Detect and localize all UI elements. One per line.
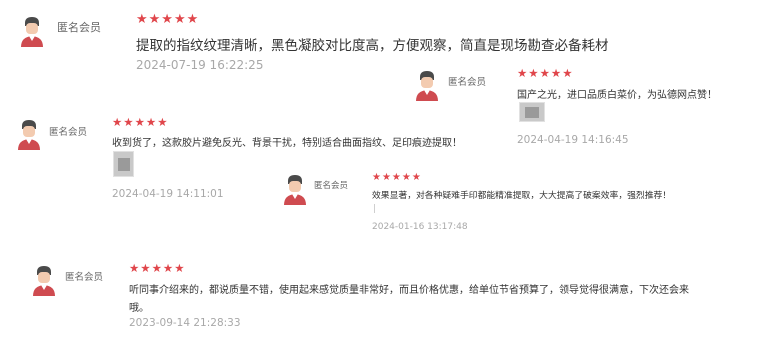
username: 匿名会员 xyxy=(57,21,101,34)
review-text: 提取的指纹纹理清晰，黑色凝胶对比度高，方便观察，简直是现场勘查必备耗材 xyxy=(136,38,609,54)
rating-stars: ★★★★★ xyxy=(517,66,574,80)
user-avatar xyxy=(283,173,307,205)
user-avatar-icon xyxy=(416,71,438,101)
review-text: 听同事介绍来的，都说质量不错，使用起来感觉质量非常好，而且价格优惠，给单位节省预… xyxy=(129,285,689,296)
review-date: 2024-01-16 13:17:48 xyxy=(372,222,468,232)
rating-stars: ★★★★★ xyxy=(112,115,169,129)
divider xyxy=(374,204,375,213)
rating-stars: ★★★★★ xyxy=(136,12,200,27)
review-text: 国产之光，进口品质白菜价，为弘德网点赞！ xyxy=(517,90,717,101)
username: 匿名会员 xyxy=(314,181,349,191)
username: 匿名会员 xyxy=(49,127,88,138)
review-image-thumbnail[interactable] xyxy=(519,102,545,122)
user-avatar-icon xyxy=(21,17,43,47)
user-avatar-icon xyxy=(33,266,55,296)
username: 匿名会员 xyxy=(448,77,487,88)
review-date: 2024-07-19 16:22:25 xyxy=(136,58,264,72)
user-avatar xyxy=(20,15,44,47)
review-text: 哦。 xyxy=(129,303,149,314)
review-date: 2024-04-19 14:11:01 xyxy=(112,188,224,200)
rating-stars: ★★★★★ xyxy=(129,261,186,275)
review-text: 收到货了，这款胶片避免反光、背景干扰，特别适合曲面指纹、足印痕迹提取！ xyxy=(112,138,462,149)
user-avatar xyxy=(415,69,439,101)
user-avatar xyxy=(32,264,56,296)
user-avatar-icon xyxy=(18,120,40,150)
review-text: 效果显著，对各种疑难手印都能精准提取，大大提高了破案效率，强烈推荐！ xyxy=(372,191,672,201)
review-date: 2024-04-19 14:16:45 xyxy=(517,134,629,146)
user-avatar-icon xyxy=(284,175,306,205)
user-avatar xyxy=(17,118,41,150)
username: 匿名会员 xyxy=(65,272,104,283)
rating-stars: ★★★★★ xyxy=(372,172,422,183)
review-date: 2023-09-14 21:28:33 xyxy=(129,317,241,329)
review-image-thumbnail[interactable] xyxy=(113,151,134,177)
